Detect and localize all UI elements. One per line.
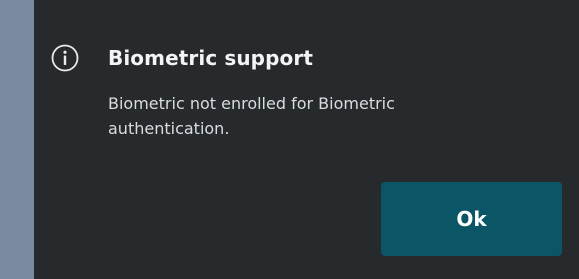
dialog-message: Biometric not enrolled for Biometric aut…	[108, 94, 395, 138]
background-panel	[0, 0, 34, 279]
dialog-header: Biometric support	[50, 38, 313, 78]
dialog-title: Biometric support	[108, 46, 313, 70]
biometric-alert-dialog: Biometric support Biometric not enrolled…	[34, 0, 579, 279]
ok-button[interactable]: Ok	[381, 182, 562, 256]
screen: Biometric support Biometric not enrolled…	[0, 0, 579, 279]
info-icon	[50, 43, 80, 73]
